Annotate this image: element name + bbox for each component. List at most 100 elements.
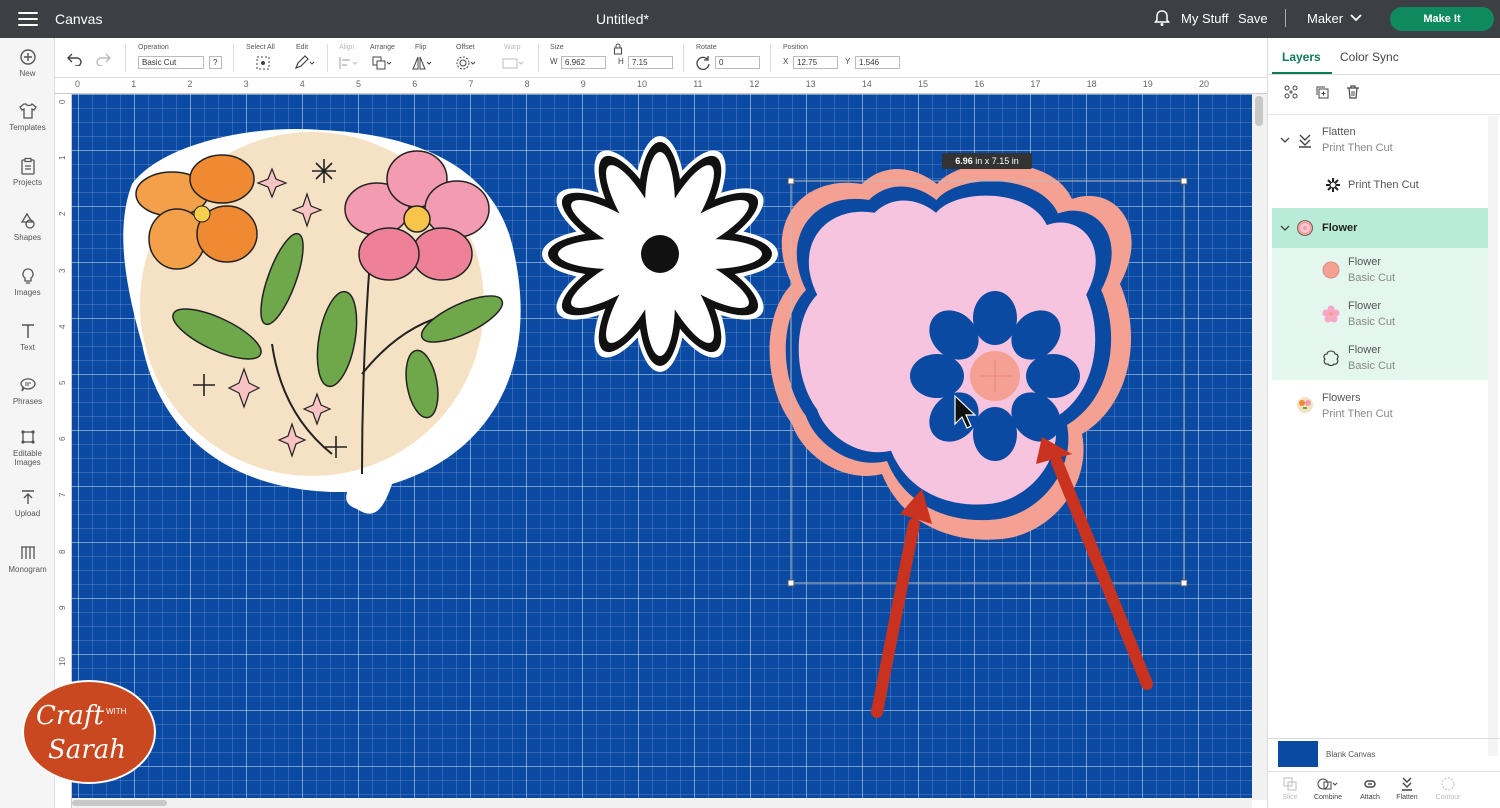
make-it-button[interactable]: Make It [1390,7,1494,31]
group-icon[interactable] [1283,84,1299,100]
flower-design[interactable] [769,163,1132,540]
position-x-input[interactable]: 12.75 [793,56,838,69]
redo-icon[interactable] [95,52,111,66]
flatten-button[interactable]: Flatten [1387,776,1427,801]
select-all-icon[interactable] [255,55,271,71]
machine-select[interactable]: Maker [1307,11,1343,26]
ruler-tick-label: 9 [580,79,586,89]
nav-new[interactable]: New [0,48,55,78]
top-bar: Canvas Untitled* My Stuff Save Maker Mak… [0,0,1500,38]
lock-icon[interactable] [613,43,623,55]
nav-label: Shapes [13,233,42,242]
position-label: Position [783,44,808,51]
svg-text:WITH: WITH [106,707,127,716]
svg-text:Craft: Craft [36,701,104,731]
layer-print-then-cut[interactable]: Print Then Cut [1272,166,1488,204]
ruler-tick-label: 8 [58,549,67,554]
scroll-thumb[interactable] [1255,96,1263,126]
rotate-label: Rotate [696,44,717,51]
offset-icon[interactable] [455,55,477,71]
flower-thumbnail-icon [1297,220,1313,236]
operation-select[interactable]: Basic Cut [138,56,204,69]
ruler-tick-label: 4 [299,79,305,89]
lightbulb-icon [21,268,34,284]
layer-flower-inner[interactable]: Flower Basic Cut [1272,292,1488,336]
combine-button[interactable]: Combine [1308,776,1348,801]
height-input[interactable]: 7.15 [628,56,673,69]
help-button[interactable]: ? [209,56,222,69]
canvas-artwork [123,128,1188,718]
ruler-tick-label: 7 [468,79,474,89]
chevron-down-icon[interactable] [1350,13,1362,23]
rotate-icon[interactable] [695,55,711,71]
nav-shapes[interactable]: Shapes [0,212,55,242]
ruler-tick-label: 2 [58,211,67,217]
nav-images[interactable]: Images [0,267,55,297]
plus-circle-icon [19,49,36,65]
layer-flower-group[interactable]: Flower [1272,208,1488,248]
arrange-icon[interactable] [371,55,393,71]
nav-projects[interactable]: Projects [0,157,55,187]
nav-label: Phrases [12,397,43,406]
blank-canvas-row[interactable]: Blank Canvas [1268,738,1500,770]
edit-pencil-icon[interactable] [293,55,315,71]
flowers-sticker[interactable] [123,128,521,514]
nav-phrases[interactable]: Phrases [0,376,55,406]
layer-name: Flower [1348,256,1382,268]
design-canvas[interactable] [72,94,1252,800]
layer-name: Flower [1322,222,1358,234]
nav-text[interactable]: Text [0,322,55,352]
edit-toolbar: Operation Basic Cut ? Select All Edit Al… [55,38,1267,78]
ruler-tick-label: 3 [58,268,67,273]
flip-icon[interactable] [411,55,433,71]
tab-layers[interactable]: Layers [1282,50,1321,64]
rotate-input[interactable]: 0 [715,56,760,69]
vertical-scrollbar[interactable] [1252,94,1267,800]
attach-button[interactable]: Attach [1350,776,1390,801]
ruler-tick-label: 6 [58,436,67,442]
nav-templates[interactable]: Templates [0,102,55,132]
layer-flower-outer[interactable]: Flower Basic Cut [1272,248,1488,292]
nav-label: Images [14,288,41,297]
chevron-down-icon[interactable] [1280,224,1290,232]
undo-icon[interactable] [67,52,83,66]
width-input[interactable]: 6.962 [561,56,606,69]
position-y-input[interactable]: 1.546 [855,56,900,69]
edit-label: Edit [296,44,309,51]
clipboard-icon [20,157,35,175]
shapes-icon [20,212,35,229]
nav-monogram[interactable]: Monogram [0,544,55,574]
ruler-tick-label: 16 [974,79,985,89]
nav-editable-images[interactable]: Editable Images [0,428,55,467]
toolbar-divider [233,44,234,72]
scroll-thumb[interactable] [72,800,167,806]
align-icon [339,57,358,69]
blank-canvas-label: Blank Canvas [1326,750,1376,759]
duplicate-icon[interactable] [1314,84,1330,100]
chevron-down-icon[interactable] [1280,136,1290,144]
tab-color-sync[interactable]: Color Sync [1340,50,1399,64]
daisy-sticker[interactable] [542,136,778,372]
size-tooltip-width: 6.96 [955,156,973,166]
document-title: Untitled* [596,11,649,27]
layer-flatten-group[interactable]: Flatten Print Then Cut [1272,120,1488,164]
layers-scrollbar[interactable] [1488,116,1498,756]
blank-canvas-swatch[interactable] [1278,741,1318,767]
horizontal-scrollbar[interactable] [72,798,1252,808]
flatten-label: Flatten [1396,794,1418,801]
layer-flower-contour[interactable]: Flower Basic Cut [1272,336,1488,380]
nav-label: Editable Images [13,449,42,467]
toolbar-divider [770,44,771,72]
operation-label: Operation [138,44,169,51]
bouquet-thumbnail-icon [1297,397,1313,413]
layer-flowers[interactable]: Flowers Print Then Cut [1272,384,1488,428]
nav-upload[interactable]: Upload [0,488,55,518]
save-button[interactable]: Save [1238,11,1268,26]
bell-icon[interactable] [1153,9,1171,27]
combine-icon [1317,778,1338,790]
layer-actions: Slice Combine Attach Flatten Contour [1268,771,1500,808]
my-stuff-link[interactable]: My Stuff [1181,11,1228,26]
layer-subtitle: Print Then Cut [1322,408,1393,420]
size-tooltip-rest: in x 7.15 in [975,156,1019,166]
trash-icon[interactable] [1345,84,1361,100]
